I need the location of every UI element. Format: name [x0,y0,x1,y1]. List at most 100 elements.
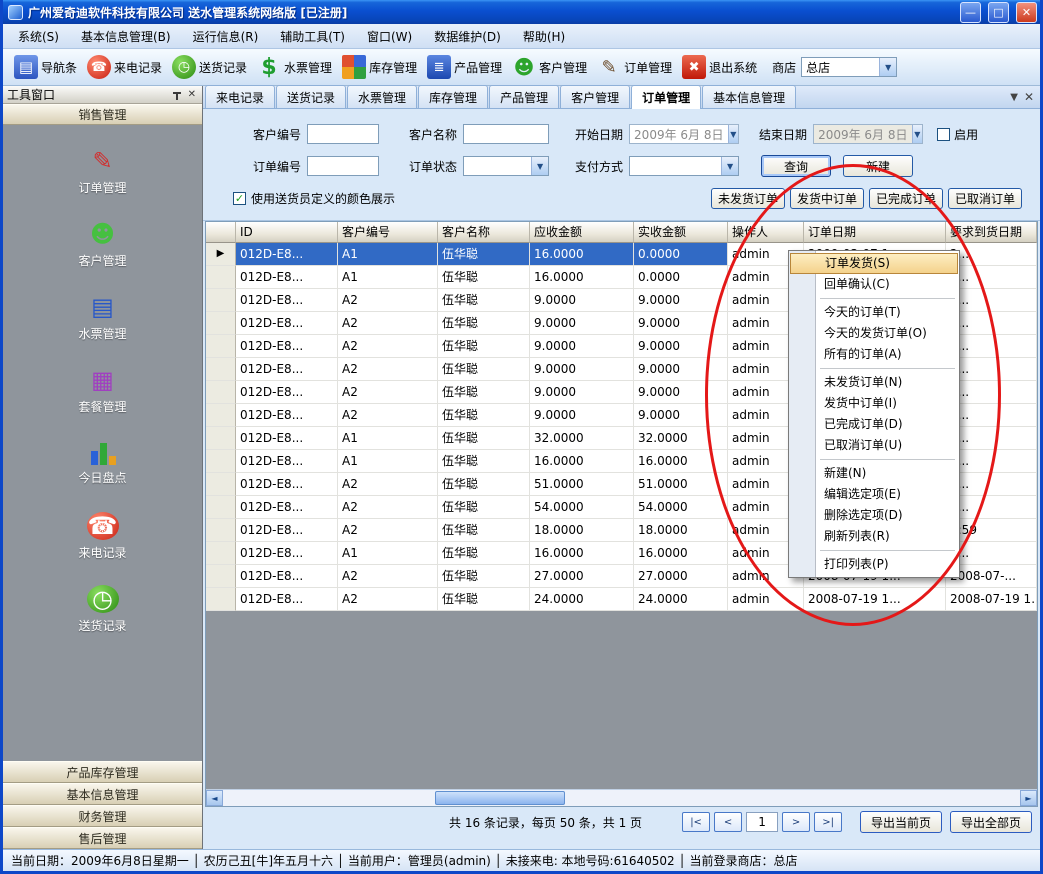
tab-list-dropdown-icon[interactable]: ▼ [1010,92,1018,103]
toolbar-button[interactable]: 库存管理 [337,52,422,82]
row-selector[interactable]: ▶ [206,542,236,565]
order-status-filter-button[interactable]: 未发货订单 [711,188,785,209]
toolbar-button[interactable]: ✎ 订单管理 [592,52,677,82]
horizontal-scrollbar[interactable]: ◄ ► [206,789,1037,806]
query-button[interactable]: 查询 [761,155,831,177]
context-menu-item[interactable]: 今天的订单(T) [790,302,958,323]
context-menu-item[interactable]: 未发货订单(N) [790,372,958,393]
context-menu-item[interactable]: 删除选定项(D) [790,505,958,526]
row-selector[interactable]: ▶ [206,473,236,496]
context-menu-item[interactable]: 已完成订单(D) [790,414,958,435]
row-selector[interactable]: ▶ [206,450,236,473]
next-page-button[interactable]: > [782,812,810,832]
table-row[interactable]: ▶ 012D-E8... A2 伍华聪 24.0000 24.0000 admi… [206,588,1037,611]
scroll-left-icon[interactable]: ◄ [206,790,223,806]
sidebar-group-bar[interactable]: 产品库存管理 [3,761,202,783]
context-menu-item[interactable]: 今天的发货订单(O) [790,323,958,344]
order-status-filter-button[interactable]: 已完成订单 [869,188,943,209]
row-selector[interactable]: ▶ [206,243,236,266]
color-display-checkbox[interactable]: ✓ [233,192,246,205]
context-menu-item[interactable]: 打印列表(P) [790,554,958,575]
toolbar-button[interactable]: $ 水票管理 [252,52,337,82]
sidebar-item[interactable]: ☎ 来电记录 [3,500,202,573]
context-menu-item[interactable]: 订单发货(S) [790,253,958,274]
customer-code-input[interactable] [307,124,379,144]
minimize-button[interactable]: — [960,2,981,23]
row-selector[interactable]: ▶ [206,266,236,289]
tab-close-icon[interactable]: ✕ [1024,90,1034,104]
row-selector[interactable]: ▶ [206,289,236,312]
pay-method-select[interactable]: ▼ [629,156,739,176]
scroll-right-icon[interactable]: ► [1020,790,1037,806]
context-menu-item[interactable]: 编辑选定项(E) [790,484,958,505]
row-selector[interactable]: ▶ [206,312,236,335]
new-button[interactable]: 新建 [843,155,913,177]
close-button[interactable]: ✕ [1016,2,1037,23]
sidebar-group-bar[interactable]: 售后管理 [3,827,202,849]
sidebar-group-bar[interactable]: 基本信息管理 [3,783,202,805]
column-header-order-date[interactable]: 订单日期 [804,222,946,243]
menu-bar-item[interactable]: 系统(S) [7,25,70,48]
tab[interactable]: 基本信息管理 [702,85,796,108]
row-selector[interactable]: ▶ [206,496,236,519]
tab[interactable]: 送货记录 [276,85,346,108]
export-all-pages-button[interactable]: 导出全部页 [950,811,1032,833]
row-selector[interactable]: ▶ [206,519,236,542]
chevron-down-icon[interactable]: ▼ [879,58,896,76]
column-header-operator[interactable]: 操作人 [728,222,804,243]
column-header-received[interactable]: 实收金额 [634,222,728,243]
row-selector[interactable]: ▶ [206,335,236,358]
toolbar-button[interactable]: ≣ 产品管理 [422,52,507,82]
current-page-input[interactable]: 1 [746,812,778,832]
chevron-down-icon[interactable]: ▼ [721,157,738,175]
tab[interactable]: 来电记录 [205,85,275,108]
chevron-down-icon[interactable]: ▼ [531,157,548,175]
customer-name-input[interactable] [463,124,549,144]
order-code-input[interactable] [307,156,379,176]
menu-bar-item[interactable]: 数据维护(D) [423,25,512,48]
sidebar-group-sales[interactable]: 销售管理 [3,104,202,125]
toolbar-button[interactable]: ✖ 退出系统 [677,52,762,82]
column-header-customer-code[interactable]: 客户编号 [338,222,438,243]
order-status-select[interactable]: ▼ [463,156,549,176]
menu-bar-item[interactable]: 运行信息(R) [182,25,270,48]
maximize-button[interactable]: □ [988,2,1009,23]
order-status-filter-button[interactable]: 已取消订单 [948,188,1022,209]
toolbar-button[interactable]: ☎ 来电记录 [82,52,167,82]
menu-bar-item[interactable]: 辅助工具(T) [269,25,356,48]
column-header-customer-name[interactable]: 客户名称 [438,222,530,243]
tab[interactable]: 客户管理 [560,85,630,108]
tab[interactable]: 库存管理 [418,85,488,108]
tool-window-close-icon[interactable]: ✕ [186,89,198,101]
sidebar-group-bar[interactable]: 财务管理 [3,805,202,827]
column-header-id[interactable]: ID [236,222,338,243]
chevron-down-icon[interactable]: ▼ [912,125,923,143]
row-selector[interactable]: ▶ [206,427,236,450]
last-page-button[interactable]: >| [814,812,842,832]
context-menu-item[interactable]: 发货中订单(I) [790,393,958,414]
row-selector[interactable]: ▶ [206,381,236,404]
start-date-picker[interactable]: 2009年 6月 8日 ▼ [629,124,739,144]
pin-icon[interactable] [172,90,182,100]
scrollbar-thumb[interactable] [435,791,565,805]
export-current-page-button[interactable]: 导出当前页 [860,811,942,833]
toolbar-button[interactable]: ◷ 送货记录 [167,52,252,82]
prev-page-button[interactable]: < [714,812,742,832]
column-header-required-date[interactable]: 要求到货日期 [946,222,1037,243]
row-selector[interactable]: ▶ [206,565,236,588]
store-select[interactable]: 总店 ▼ [801,57,897,77]
context-menu-item[interactable]: 已取消订单(U) [790,435,958,456]
row-selector[interactable]: ▶ [206,358,236,381]
tab[interactable]: 产品管理 [489,85,559,108]
sidebar-item[interactable]: ☻ 客户管理 [3,208,202,281]
context-menu-item[interactable]: 新建(N) [790,463,958,484]
sidebar-item[interactable]: 今日盘点 [3,427,202,500]
chevron-down-icon[interactable]: ▼ [728,125,739,143]
row-selector[interactable]: ▶ [206,404,236,427]
order-status-filter-button[interactable]: 发货中订单 [790,188,864,209]
row-selector[interactable]: ▶ [206,588,236,611]
menu-bar-item[interactable]: 窗口(W) [356,25,423,48]
column-header-receivable[interactable]: 应收金额 [530,222,634,243]
toolbar-button[interactable]: ☻ 客户管理 [507,52,592,82]
sidebar-item[interactable]: ▤ 水票管理 [3,281,202,354]
